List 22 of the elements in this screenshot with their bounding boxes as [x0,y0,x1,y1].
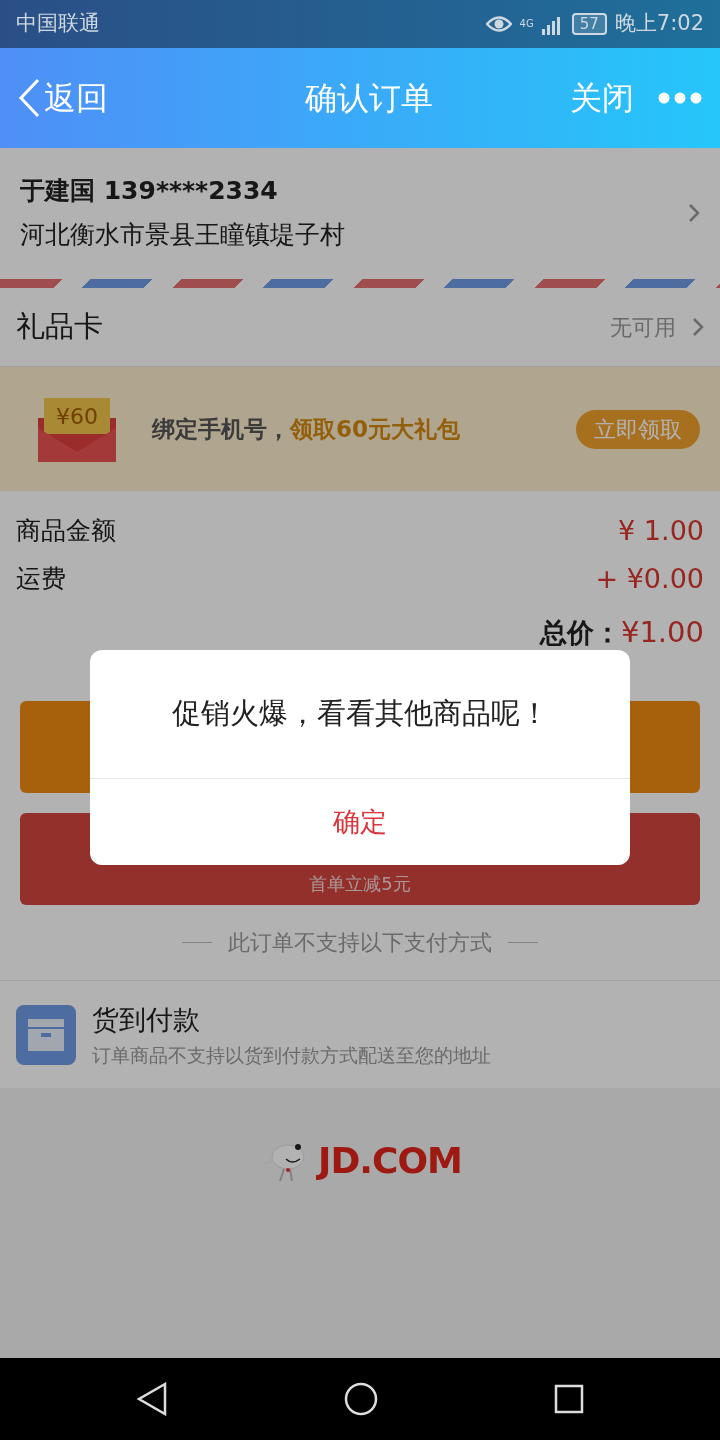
recipient-name-phone: 于建国 139****2334 [20,175,279,207]
amount-value: + ¥0.00 [595,561,704,596]
network-label: 4G [519,19,534,29]
total-label: 总价： [539,616,621,650]
total-price: ¥1.00 [620,614,704,651]
unsupported-heading: 此订单不支持以下支付方式 [228,929,492,957]
page-title: 确认订单 [305,78,433,119]
brand-logo: JD.COM [318,1139,462,1183]
carrier-name: 中国联通 [16,10,100,38]
gift-card-status: 无可用 [610,313,676,342]
payment-method-note: 订单商品不支持以货到付款方式配送至您的地址 [92,1042,491,1068]
promo-text: 绑定手机号，领取60元大礼包 [152,414,460,444]
address-text: 河北衡水市景县王瞳镇堤子村 [20,218,345,251]
dialog-message: 促销火爆，看看其他商品呢！ [171,695,549,733]
battery-level: 57 [571,13,607,35]
amount-value: ¥ 1.00 [618,513,704,548]
amount-label: 运费 [16,563,66,596]
back-label: 返回 [44,78,108,119]
gift-card-label: 礼品卡 [16,308,103,346]
clock-time: 晚上7:02 [614,10,704,38]
payment-method-title: 货到付款 [92,1003,201,1037]
amount-label: 商品金额 [16,515,116,548]
